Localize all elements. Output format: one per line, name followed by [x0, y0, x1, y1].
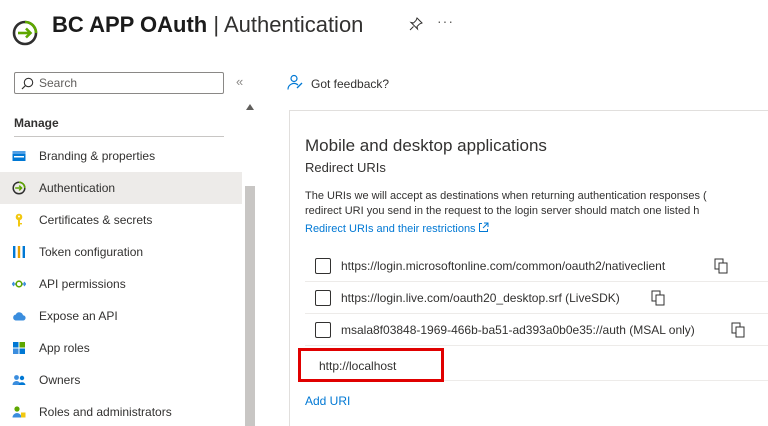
sidebar-item-label: Certificates & secrets: [39, 213, 153, 227]
uri-checkbox[interactable]: [315, 322, 331, 338]
feedback-label: Got feedback?: [311, 77, 390, 91]
new-redirect-uri-highlight: [298, 348, 444, 382]
sidebar-item-label: API permissions: [39, 277, 126, 291]
branding-icon: [12, 151, 26, 161]
scroll-thumb[interactable]: [245, 186, 255, 426]
scroll-up-icon[interactable]: [246, 104, 254, 110]
sidebar-item-expose-api[interactable]: Expose an API: [0, 300, 242, 332]
app-name: BC APP OAuth: [52, 12, 208, 37]
collapse-sidebar-button[interactable]: «: [236, 74, 243, 89]
uri-value: msala8f03848-1969-466b-ba51-ad393a0b0e35…: [341, 323, 695, 337]
sidebar-item-label: Owners: [39, 373, 81, 387]
search-input[interactable]: [39, 75, 219, 91]
external-link-icon: [478, 222, 489, 232]
token-config-icon: [13, 246, 25, 258]
redirect-uri-restrictions-link[interactable]: Redirect URIs and their restrictions: [305, 222, 489, 235]
section-divider: [14, 136, 224, 137]
title-separator: |: [213, 12, 220, 37]
roles-admin-icon: [12, 406, 26, 418]
section-subtitle: Redirect URIs: [305, 160, 386, 175]
search-icon: [21, 77, 34, 90]
page-header: BC APP OAuth | Authentication ···: [0, 0, 768, 56]
sidebar-item-roles-administrators[interactable]: Roles and administrators: [0, 396, 242, 426]
uri-checkbox[interactable]: [315, 290, 331, 306]
uri-row: https://login.live.com/oauth20_desktop.s…: [305, 282, 768, 314]
api-permissions-icon: [12, 280, 26, 288]
page-title: BC APP OAuth | Authentication: [52, 11, 363, 39]
sidebar-item-label: App roles: [39, 341, 90, 355]
uri-checkbox[interactable]: [315, 258, 331, 274]
sidebar-item-owners[interactable]: Owners: [0, 364, 242, 396]
more-options-icon[interactable]: ···: [437, 13, 454, 29]
row-divider: [444, 380, 768, 381]
sidebar-scrollbar[interactable]: [244, 104, 256, 426]
owners-icon: [12, 375, 26, 385]
authentication-app-icon: [12, 20, 38, 46]
authentication-icon: [12, 181, 26, 195]
app-roles-icon: [13, 342, 25, 354]
key-icon: [15, 213, 23, 227]
sidebar-item-api-permissions[interactable]: API permissions: [0, 268, 242, 300]
sidebar-item-authentication[interactable]: Authentication: [0, 172, 242, 204]
sidebar-nav: Branding & properties Authentication Cer…: [0, 140, 242, 426]
sidebar-item-app-roles[interactable]: App roles: [0, 332, 242, 364]
copy-icon[interactable]: [714, 258, 728, 274]
uri-row: https://login.microsoftonline.com/common…: [305, 250, 768, 282]
uri-value: https://login.live.com/oauth20_desktop.s…: [341, 291, 620, 305]
cloud-icon: [13, 312, 26, 321]
add-uri-link[interactable]: Add URI: [305, 394, 350, 408]
uri-row: msala8f03848-1969-466b-ba51-ad393a0b0e35…: [305, 314, 768, 346]
sidebar-item-label: Expose an API: [39, 309, 118, 323]
sidebar-item-label: Token configuration: [39, 245, 144, 259]
link-label: Redirect URIs and their restrictions: [305, 223, 476, 235]
page-name: Authentication: [223, 12, 364, 37]
uri-value: https://login.microsoftonline.com/common…: [341, 259, 666, 273]
pin-icon[interactable]: [408, 16, 424, 32]
sidebar-item-certificates[interactable]: Certificates & secrets: [0, 204, 242, 236]
feedback-icon: [287, 74, 303, 90]
sidebar-item-label: Roles and administrators: [39, 405, 172, 419]
sidebar-item-label: Authentication: [39, 181, 116, 195]
sidebar-item-label: Branding & properties: [39, 149, 156, 163]
sidebar-item-branding[interactable]: Branding & properties: [0, 140, 242, 172]
manage-section-header: Manage: [14, 116, 59, 130]
section-title: Mobile and desktop applications: [305, 136, 547, 155]
sidebar-item-token-configuration[interactable]: Token configuration: [0, 236, 242, 268]
search-box[interactable]: [14, 72, 224, 94]
description-line: redirect URI you send in the request to …: [305, 205, 700, 217]
description-line: The URIs we will accept as destinations …: [305, 190, 707, 202]
copy-icon[interactable]: [731, 322, 745, 338]
copy-icon[interactable]: [651, 290, 665, 306]
new-redirect-uri-input[interactable]: [319, 357, 439, 375]
section-description: The URIs we will accept as destinations …: [305, 189, 707, 219]
